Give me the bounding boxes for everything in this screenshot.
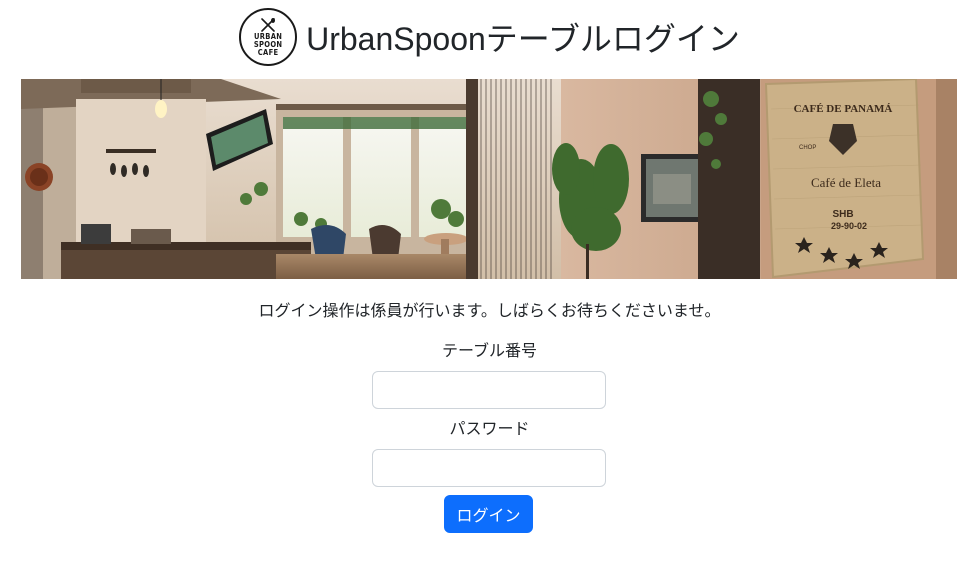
sign-text-line3: Café de Eleta bbox=[811, 175, 881, 190]
waiting-notice: ログイン操作は係員が行います。しばらくお待ちくださいませ。 bbox=[258, 301, 721, 320]
sign-text-line5: 29-90-02 bbox=[831, 221, 867, 231]
login-button[interactable]: ログイン bbox=[444, 495, 533, 533]
table-number-input[interactable] bbox=[372, 371, 606, 409]
cafe-interior-photo: CAFÉ DE PANAMÁ CHOP Café de Eleta SHB 29… bbox=[21, 79, 957, 279]
logo-text-line: CAFE bbox=[257, 47, 279, 57]
cafe-logo: URBAN SPOON CAFE bbox=[239, 8, 298, 66]
page-title: UrbanSpoonテーブルログイン bbox=[306, 21, 740, 57]
sign-text-line2: CHOP bbox=[799, 145, 816, 151]
sign-text-line4: SHB bbox=[832, 209, 853, 220]
fork-spoon-icon bbox=[261, 17, 276, 32]
cafe-banner-image: CAFÉ DE PANAMÁ CHOP Café de Eleta SHB 29… bbox=[21, 79, 957, 279]
password-label: パスワード bbox=[449, 419, 530, 438]
table-number-label: テーブル番号 bbox=[441, 341, 538, 360]
password-input[interactable] bbox=[372, 449, 606, 487]
login-page: URBAN SPOON CAFE UrbanSpoonテーブルログイン CAFÉ… bbox=[0, 0, 979, 568]
sign-text-line1: CAFÉ DE PANAMÁ bbox=[794, 103, 893, 115]
header: URBAN SPOON CAFE UrbanSpoonテーブルログイン bbox=[0, 6, 979, 68]
